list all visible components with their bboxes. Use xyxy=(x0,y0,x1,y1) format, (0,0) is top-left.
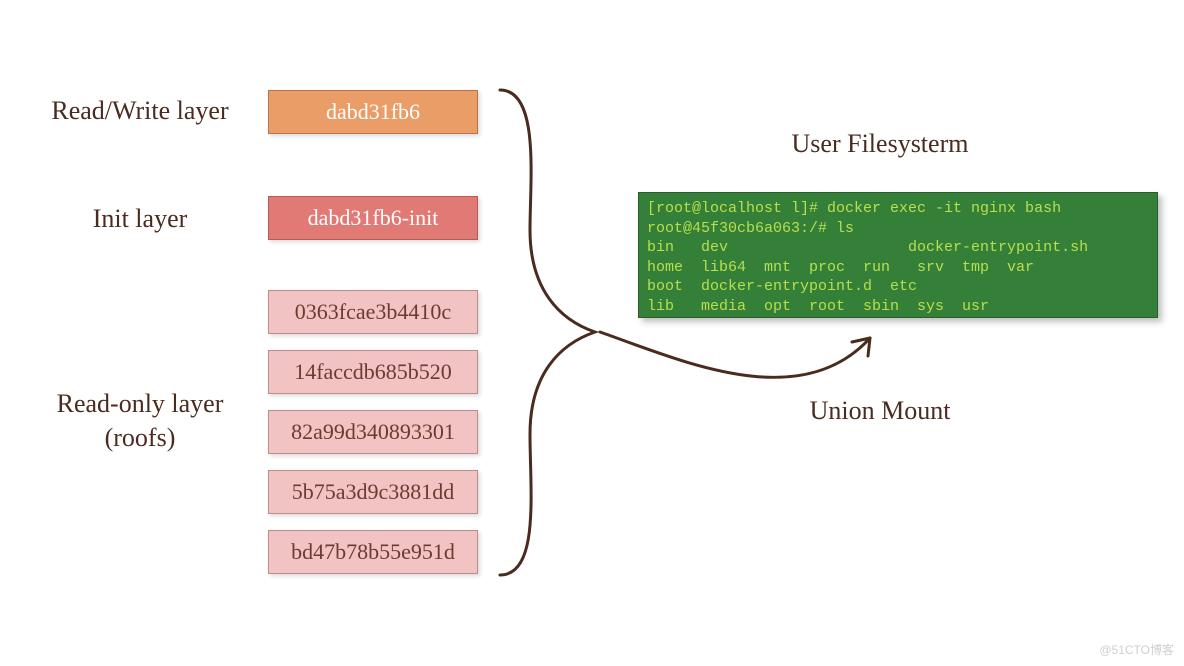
read-write-layer-label: Read/Write layer xyxy=(30,95,250,126)
rw-layer-box: dabd31fb6 xyxy=(268,90,478,134)
terminal-line-6: lib media opt root sbin sys usr xyxy=(647,298,989,315)
terminal-output: [root@localhost l]# docker exec -it ngin… xyxy=(638,192,1158,318)
terminal-line-1: [root@localhost l]# docker exec -it ngin… xyxy=(647,200,1061,217)
init-layer-label: Init layer xyxy=(30,203,250,234)
read-only-layer-label-line2: (roofs) xyxy=(30,422,250,453)
terminal-line-2: root@45f30cb6a063:/# ls xyxy=(647,220,854,237)
ro-layer-box-0: 0363fcae3b4410c xyxy=(268,290,478,334)
terminal-line-3: bin dev docker-entrypoint.sh xyxy=(647,239,1088,256)
union-arrow-head xyxy=(852,338,870,356)
read-only-layer-label-line1: Read-only layer xyxy=(30,388,250,419)
user-filesystem-label: User Filesysterm xyxy=(730,128,1030,159)
ro-layer-box-4: bd47b78b55e951d xyxy=(268,530,478,574)
init-layer-box: dabd31fb6-init xyxy=(268,196,478,240)
curly-brace xyxy=(500,90,595,575)
ro-layer-box-3: 5b75a3d9c3881dd xyxy=(268,470,478,514)
union-mount-label: Union Mount xyxy=(730,395,1030,426)
terminal-line-4: home lib64 mnt proc run srv tmp var xyxy=(647,259,1034,276)
watermark-text: @51CTO博客 xyxy=(1099,641,1174,658)
ro-layer-box-1: 14faccdb685b520 xyxy=(268,350,478,394)
union-arrow-path xyxy=(600,332,870,377)
terminal-line-5: boot docker-entrypoint.d etc xyxy=(647,278,917,295)
ro-layer-box-2: 82a99d340893301 xyxy=(268,410,478,454)
